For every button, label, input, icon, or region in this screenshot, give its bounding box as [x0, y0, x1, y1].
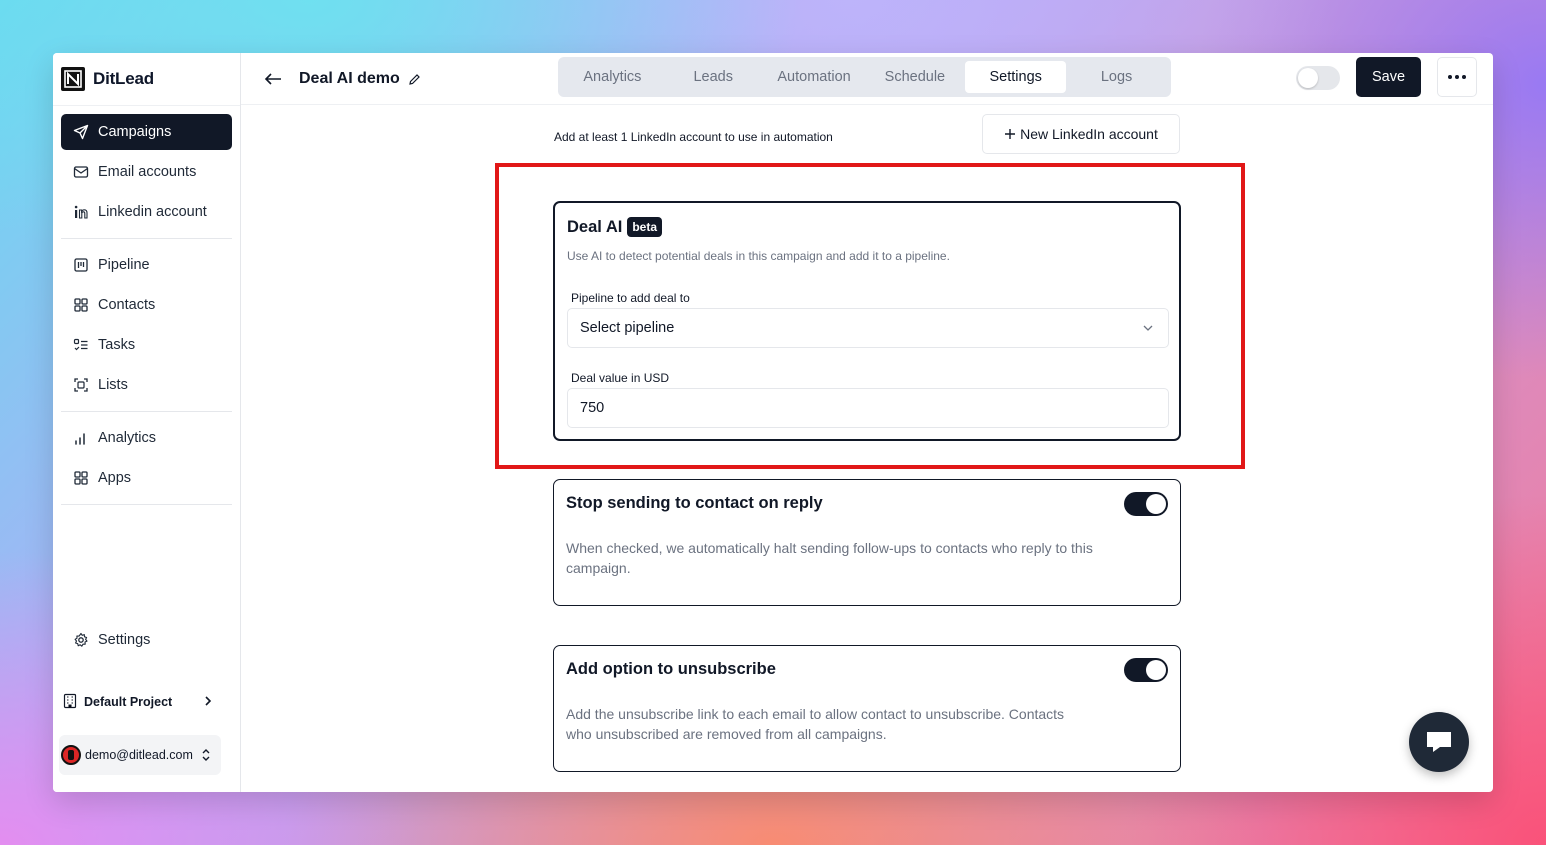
tab-schedule[interactable]: Schedule — [864, 61, 965, 93]
gear-icon — [73, 632, 89, 648]
sidebar-item-analytics[interactable]: Analytics — [61, 420, 232, 456]
campaign-tabs: Analytics Leads Automation Schedule Sett… — [558, 57, 1171, 97]
divider — [53, 105, 240, 106]
linkedin-hint: Add at least 1 LinkedIn account to use i… — [554, 130, 833, 144]
sidebar-item-tasks[interactable]: Tasks — [61, 327, 232, 363]
sidebar-item-contacts[interactable]: Contacts — [61, 287, 232, 323]
user-email: demo@ditlead.com — [85, 748, 193, 762]
deal-value-input[interactable] — [567, 388, 1169, 428]
campaign-active-toggle[interactable] — [1296, 66, 1340, 90]
divider — [61, 411, 232, 412]
sidebar: DitLead Campaigns Email accounts Linkedi… — [53, 53, 241, 792]
deal-value-label: Deal value in USD — [571, 371, 670, 385]
chevron-right-icon — [203, 695, 213, 710]
avatar — [61, 745, 81, 765]
sidebar-item-label: Contacts — [98, 297, 156, 313]
tab-analytics[interactable]: Analytics — [562, 61, 663, 93]
unsubscribe-description: Add the unsubscribe link to each email t… — [566, 706, 1065, 742]
stop-on-reply-card: Stop sending to contact on reply When ch… — [553, 479, 1181, 606]
sidebar-item-label: Settings — [98, 632, 151, 648]
pipeline-select[interactable]: Select pipeline — [567, 308, 1169, 348]
sidebar-item-label: Linkedin account — [98, 204, 207, 220]
save-button[interactable]: Save — [1356, 57, 1421, 97]
project-switcher[interactable]: Default Project — [63, 689, 213, 715]
user-menu[interactable]: demo@ditlead.com — [59, 735, 221, 775]
page-title: Deal AI demo — [299, 67, 421, 91]
sidebar-item-label: Campaigns — [98, 124, 172, 140]
sidebar-item-label: Apps — [98, 470, 132, 486]
deal-ai-title: Deal AI beta — [567, 217, 663, 237]
sidebar-item-email-accounts[interactable]: Email accounts — [61, 154, 232, 190]
chevron-down-icon — [1142, 322, 1154, 338]
unsubscribe-title: Add option to unsubscribe — [566, 660, 776, 678]
kanban-icon — [73, 257, 89, 273]
unsubscribe-card: Add option to unsubscribe Add the unsubs… — [553, 645, 1181, 772]
stop-on-reply-toggle[interactable] — [1124, 492, 1168, 516]
plus-icon — [1004, 128, 1016, 140]
deal-ai-subtitle: Use AI to detect potential deals in this… — [567, 249, 950, 263]
ditlead-logo-icon — [61, 67, 85, 91]
sidebar-item-lists[interactable]: Lists — [61, 367, 232, 403]
pipeline-select-value: Select pipeline — [580, 320, 675, 336]
sidebar-item-pipeline[interactable]: Pipeline — [61, 247, 232, 283]
deal-ai-title-text: Deal AI — [567, 217, 623, 236]
bar-chart-icon — [73, 430, 89, 446]
stop-on-reply-title: Stop sending to contact on reply — [566, 494, 823, 512]
scan-icon — [73, 377, 89, 393]
arrow-left-icon — [263, 72, 283, 86]
pipeline-label: Pipeline to add deal to — [571, 291, 690, 305]
chat-icon — [1424, 729, 1454, 755]
divider — [61, 504, 232, 505]
chat-support-button[interactable] — [1409, 712, 1469, 772]
list-check-icon — [73, 337, 89, 353]
stop-on-reply-description: When checked, we automatically halt send… — [566, 540, 1093, 576]
sidebar-item-label: Analytics — [98, 430, 157, 446]
more-options-button[interactable] — [1437, 57, 1477, 97]
chevrons-up-down-icon — [201, 748, 211, 762]
more-horizontal-icon — [1448, 75, 1466, 79]
grid-icon — [73, 297, 89, 313]
sidebar-item-apps[interactable]: Apps — [61, 460, 232, 496]
sidebar-item-campaigns[interactable]: Campaigns — [61, 114, 232, 150]
building-icon — [63, 693, 77, 712]
send-icon — [73, 124, 89, 140]
sidebar-item-linkedin-account[interactable]: Linkedin account — [61, 194, 232, 230]
sidebar-item-label: Pipeline — [98, 257, 150, 273]
app-window: DitLead Campaigns Email accounts Linkedi… — [53, 53, 1493, 792]
top-bar: Deal AI demo Analytics Leads Automation … — [241, 53, 1493, 105]
brand[interactable]: DitLead — [61, 67, 154, 91]
mail-icon — [73, 164, 89, 180]
tab-settings[interactable]: Settings — [965, 61, 1067, 93]
deal-ai-card: Deal AI beta Use AI to detect potential … — [553, 201, 1181, 441]
linkedin-icon — [73, 204, 89, 220]
back-button[interactable] — [261, 67, 285, 91]
tab-logs[interactable]: Logs — [1066, 61, 1167, 93]
campaign-name: Deal AI demo — [299, 70, 400, 87]
new-linkedin-account-button[interactable]: New LinkedIn account — [982, 114, 1180, 154]
sidebar-item-label: Email accounts — [98, 164, 197, 180]
apps-grid-icon — [73, 470, 89, 486]
tab-automation[interactable]: Automation — [764, 61, 865, 93]
pencil-icon[interactable] — [408, 73, 421, 86]
unsubscribe-toggle[interactable] — [1124, 658, 1168, 682]
sidebar-item-label: Lists — [98, 377, 128, 393]
beta-badge: beta — [627, 217, 663, 237]
sidebar-item-settings[interactable]: Settings — [61, 622, 232, 658]
sidebar-item-label: Tasks — [98, 337, 136, 353]
new-linkedin-account-label: New LinkedIn account — [1020, 126, 1158, 142]
brand-name: DitLead — [93, 69, 154, 88]
divider — [61, 238, 232, 239]
tab-leads[interactable]: Leads — [663, 61, 764, 93]
project-name: Default Project — [84, 695, 173, 709]
